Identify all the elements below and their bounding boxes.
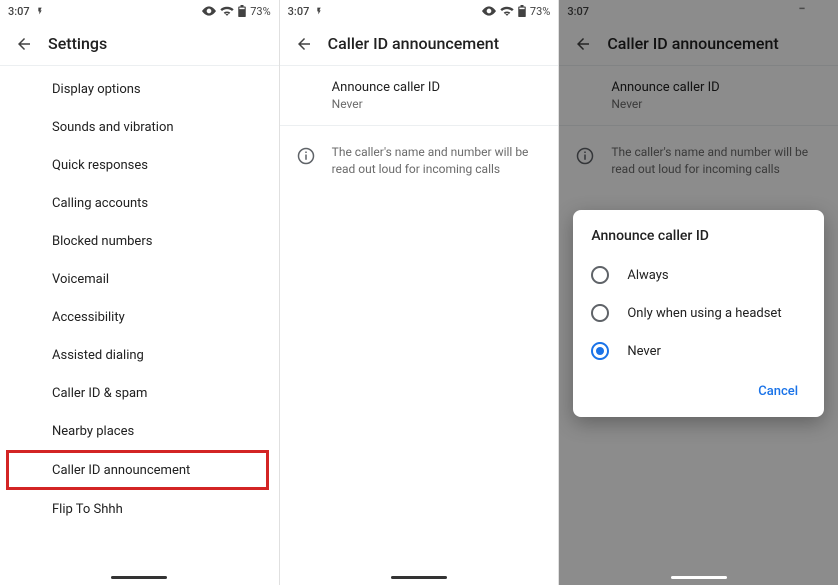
- status-bar: 3:07 73%: [280, 0, 559, 22]
- radio-label: Always: [627, 268, 668, 283]
- settings-item[interactable]: Caller ID announcement: [6, 450, 269, 490]
- setting-label: Announce caller ID: [332, 80, 543, 95]
- settings-item-label: Display options: [52, 82, 141, 97]
- settings-item[interactable]: Calling accounts: [0, 184, 279, 222]
- eye-icon: [202, 6, 216, 16]
- info-icon: [296, 146, 316, 166]
- settings-item-label: Caller ID & spam: [52, 386, 147, 401]
- radio-icon: [591, 342, 609, 360]
- settings-item[interactable]: Quick responses: [0, 146, 279, 184]
- settings-item[interactable]: Sounds and vibration: [0, 108, 279, 146]
- settings-item[interactable]: Accessibility: [0, 298, 279, 336]
- charging-icon: [315, 6, 323, 16]
- settings-item[interactable]: Caller ID & spam: [0, 374, 279, 412]
- settings-item-label: Quick responses: [52, 158, 148, 173]
- announce-caller-id-item[interactable]: Announce caller ID Never: [280, 66, 559, 125]
- radio-option[interactable]: Always: [591, 256, 806, 294]
- info-text: The caller's name and number will be rea…: [332, 144, 543, 178]
- nav-pill[interactable]: [391, 576, 447, 579]
- announce-caller-id-dialog: Announce caller ID Always Only when using…: [573, 210, 824, 417]
- nav-pill[interactable]: [671, 576, 727, 579]
- settings-item[interactable]: Assisted dialing: [0, 336, 279, 374]
- charging-icon: [36, 6, 44, 16]
- info-row: The caller's name and number will be rea…: [280, 125, 559, 192]
- settings-item[interactable]: Blocked numbers: [0, 222, 279, 260]
- page-title: Settings: [48, 34, 107, 53]
- battery-icon: [518, 5, 526, 17]
- clock: 3:07: [288, 5, 310, 18]
- settings-item[interactable]: Flip To Shhh: [0, 490, 279, 528]
- settings-item-label: Blocked numbers: [52, 234, 152, 249]
- settings-item-label: Voicemail: [52, 272, 109, 287]
- appbar: Caller ID announcement: [280, 22, 559, 66]
- wifi-icon: [220, 6, 234, 16]
- battery-percent: 73%: [530, 5, 550, 18]
- back-icon[interactable]: [288, 28, 320, 60]
- settings-item[interactable]: Voicemail: [0, 260, 279, 298]
- dialog-title: Announce caller ID: [591, 228, 806, 244]
- settings-item-label: Calling accounts: [52, 196, 148, 211]
- radio-label: Only when using a headset: [627, 306, 781, 321]
- settings-item-label: Accessibility: [52, 310, 125, 325]
- screen-caller-id-dialog: 3:07 73% Caller ID announcement Announce…: [559, 0, 838, 585]
- back-icon[interactable]: [8, 28, 40, 60]
- radio-icon: [591, 266, 609, 284]
- page-title: Caller ID announcement: [328, 34, 499, 53]
- battery-icon: [238, 5, 246, 17]
- appbar: Settings: [0, 22, 279, 66]
- settings-item-label: Assisted dialing: [52, 348, 144, 363]
- battery-percent: 73%: [250, 5, 270, 18]
- radio-option[interactable]: Only when using a headset: [591, 294, 806, 332]
- settings-item-label: Sounds and vibration: [52, 120, 174, 135]
- clock: 3:07: [8, 5, 30, 18]
- cancel-button[interactable]: Cancel: [750, 376, 806, 407]
- nav-pill[interactable]: [111, 576, 167, 579]
- settings-list: Display options Sounds and vibration Quick…: [0, 66, 279, 528]
- setting-value: Never: [332, 97, 543, 111]
- radio-icon: [591, 304, 609, 322]
- screen-settings: 3:07 73% Settings Display options Sounds …: [0, 0, 280, 585]
- wifi-icon: [500, 6, 514, 16]
- status-bar: 3:07 73%: [0, 0, 279, 22]
- settings-item-label: Caller ID announcement: [52, 463, 190, 478]
- screen-caller-id: 3:07 73% Caller ID announcement Announce…: [280, 0, 560, 585]
- radio-label: Never: [627, 344, 661, 359]
- settings-item[interactable]: Display options: [0, 70, 279, 108]
- eye-icon: [482, 6, 496, 16]
- settings-item-label: Nearby places: [52, 424, 134, 439]
- settings-item-label: Flip To Shhh: [52, 502, 123, 517]
- settings-item[interactable]: Nearby places: [0, 412, 279, 450]
- radio-option[interactable]: Never: [591, 332, 806, 370]
